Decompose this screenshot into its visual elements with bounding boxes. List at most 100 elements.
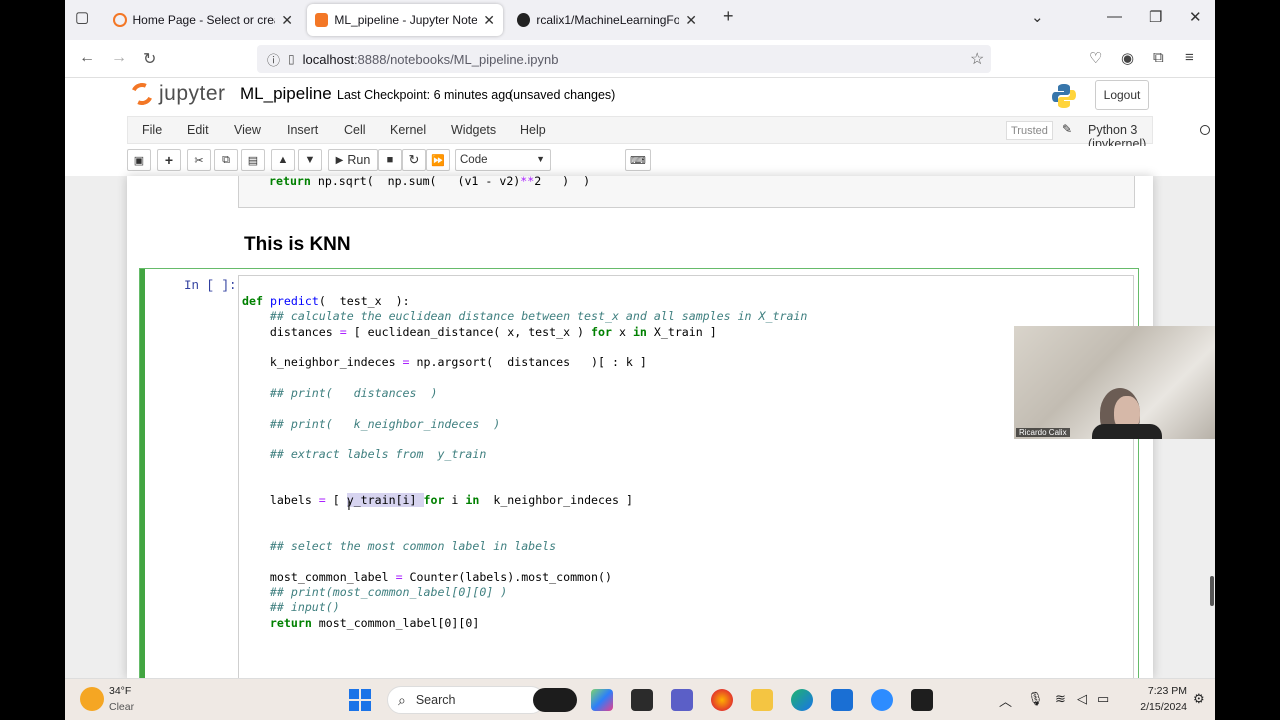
- menu-insert[interactable]: Insert: [287, 123, 318, 137]
- save-icon: ▣: [133, 154, 145, 167]
- presenter-shirt: [1092, 424, 1162, 439]
- paste-button[interactable]: ▤: [241, 149, 265, 171]
- trusted-badge[interactable]: Trusted: [1006, 121, 1053, 140]
- close-tab-icon[interactable]: ✕: [685, 12, 697, 29]
- unsaved-status: (unsaved changes): [509, 88, 616, 102]
- scrollbar-thumb[interactable]: [1210, 576, 1214, 606]
- jupyter-logo[interactable]: jupyter: [127, 79, 226, 109]
- code-line: most_common_label = Counter(labels).most…: [242, 570, 612, 584]
- move-down-button[interactable]: ▼: [298, 149, 322, 171]
- tab-label: Home Page - Select or create a: [132, 13, 276, 27]
- restore-icon[interactable]: ❐: [1149, 8, 1162, 26]
- taskbar-search[interactable]: ⌕ Search: [387, 686, 545, 714]
- previous-code-cell[interactable]: return np.sqrt( np.sum( (v1 - v2)**2 ) ): [238, 174, 1135, 208]
- minimize-icon[interactable]: —: [1107, 8, 1122, 25]
- bookmark-star-icon[interactable]: ☆: [970, 49, 984, 69]
- checkpoint-status: Last Checkpoint: 6 minutes ago: [337, 88, 513, 102]
- close-window-icon[interactable]: ✕: [1189, 8, 1202, 26]
- list-tabs-chevron-icon[interactable]: ⌄: [1031, 8, 1044, 26]
- new-tab-button[interactable]: +: [723, 6, 734, 27]
- url-path: :8888/notebooks/ML_pipeline.ipynb: [353, 51, 559, 67]
- code-comment: ## select the most common label in label…: [242, 539, 557, 553]
- close-tab-icon[interactable]: ✕: [483, 12, 495, 29]
- weather-desc: Clear: [109, 701, 135, 713]
- moon-weather-icon[interactable]: [80, 687, 104, 711]
- copilot-icon[interactable]: [533, 688, 577, 712]
- wifi-icon[interactable]: ≋: [1055, 691, 1066, 707]
- save-button[interactable]: ▣: [127, 149, 151, 171]
- windows-start-icon[interactable]: [349, 689, 371, 711]
- terminal-icon[interactable]: [911, 689, 933, 711]
- edit-pencil-icon[interactable]: ✎: [1062, 122, 1072, 136]
- store-icon[interactable]: [831, 689, 853, 711]
- chevron-down-icon: ▼: [536, 154, 545, 164]
- code-line: return most_common_label[0][0]: [269, 616, 480, 630]
- kernel-idle-indicator-icon: [1200, 125, 1210, 135]
- teams-icon[interactable]: [671, 689, 693, 711]
- cut-button[interactable]: ✂: [187, 149, 211, 171]
- notebook-page: return np.sqrt( np.sum( (v1 - v2)**2 ) )…: [127, 174, 1153, 678]
- forward-arrow-icon[interactable]: →: [111, 49, 127, 67]
- arrow-down-icon: ▼: [304, 154, 316, 166]
- command-palette-button[interactable]: ⌨: [625, 149, 651, 171]
- restart-icon: ↻: [408, 152, 420, 167]
- code-comment: ## print( distances ): [242, 386, 438, 400]
- tab-strip: ▢ Home Page - Select or create a ✕ ML_pi…: [65, 0, 1215, 40]
- cell-type-select[interactable]: Code ▼: [455, 149, 551, 171]
- tray-chevron-up-icon[interactable]: ︿: [999, 691, 1012, 710]
- clock-time[interactable]: 7:23 PM: [1139, 685, 1187, 697]
- selected-code-cell[interactable]: In [ ]: def predict( test_x ): ## calcul…: [139, 268, 1139, 678]
- code-line: labels = [ y_train[i] for i in k_neighbo…: [242, 493, 633, 507]
- copy-icon: ⧉: [222, 153, 230, 166]
- logout-button[interactable]: Logout: [1095, 80, 1149, 110]
- python-logo-icon: [1052, 84, 1076, 108]
- move-up-button[interactable]: ▲: [271, 149, 295, 171]
- clock-date[interactable]: 2/15/2024: [1125, 701, 1187, 713]
- tab-home-page[interactable]: Home Page - Select or create a ✕: [105, 4, 301, 36]
- firefox-icon[interactable]: [711, 689, 733, 711]
- menu-cell[interactable]: Cell: [344, 123, 366, 137]
- keyboard-icon: ⌨: [630, 154, 646, 167]
- notebook-name[interactable]: ML_pipeline: [240, 84, 332, 104]
- volume-icon[interactable]: ◁: [1077, 691, 1087, 707]
- menu-help[interactable]: Help: [520, 123, 546, 137]
- page-icon: ▯: [288, 52, 295, 66]
- code-comment: ## extract labels from y_train: [242, 447, 487, 461]
- interrupt-button[interactable]: ■: [378, 149, 402, 171]
- jupyter-logo-text: jupyter: [159, 82, 226, 105]
- reload-icon[interactable]: ↻: [143, 49, 156, 69]
- address-bar[interactable]: ⓘ ▯ localhost:8888/notebooks/ML_pipeline…: [257, 45, 991, 73]
- site-info-icon[interactable]: ⓘ: [267, 50, 280, 69]
- menu-edit[interactable]: Edit: [187, 123, 209, 137]
- battery-icon[interactable]: ▭: [1097, 691, 1109, 707]
- restart-run-all-button[interactable]: ⏩: [426, 149, 450, 171]
- zoom-icon[interactable]: [871, 689, 893, 711]
- menu-view[interactable]: View: [234, 123, 261, 137]
- back-arrow-icon[interactable]: ←: [79, 49, 95, 67]
- copy-button[interactable]: ⧉: [214, 149, 238, 171]
- microphone-icon[interactable]: 🎙: [1027, 691, 1044, 707]
- restart-button[interactable]: ↻: [402, 149, 426, 171]
- file-explorer-icon[interactable]: [751, 689, 773, 711]
- cell-type-value: Code: [460, 154, 488, 166]
- menu-kernel[interactable]: Kernel: [390, 123, 426, 137]
- edge-icon[interactable]: [791, 689, 813, 711]
- insert-cell-button[interactable]: +: [157, 149, 181, 171]
- tab-ml-pipeline[interactable]: ML_pipeline - Jupyter Notebook ✕: [307, 4, 503, 36]
- tab-github[interactable]: rcalix1/MachineLearningFounda ✕: [509, 4, 705, 36]
- pocket-icon[interactable]: ♡: [1089, 49, 1102, 67]
- tab-overview-icon[interactable]: ▢: [75, 8, 89, 26]
- extensions-icon[interactable]: ⧉: [1153, 49, 1164, 66]
- task-view-icon[interactable]: [631, 689, 653, 711]
- stop-icon: ■: [386, 154, 394, 166]
- code-editor[interactable]: def predict( test_x ): ## calculate the …: [238, 275, 1134, 678]
- run-button[interactable]: ▶ Run: [328, 149, 378, 171]
- close-tab-icon[interactable]: ✕: [281, 12, 293, 29]
- menu-file[interactable]: File: [142, 123, 162, 137]
- copilot-pre-icon[interactable]: [591, 689, 613, 711]
- settings-gear-icon[interactable]: ⚙: [1193, 691, 1205, 707]
- menu-widgets[interactable]: Widgets: [451, 123, 496, 137]
- code-line: k_neighbor_indeces = np.argsort( distanc…: [242, 355, 647, 369]
- menu-icon[interactable]: ≡: [1185, 49, 1194, 66]
- account-icon[interactable]: ◉: [1121, 49, 1134, 67]
